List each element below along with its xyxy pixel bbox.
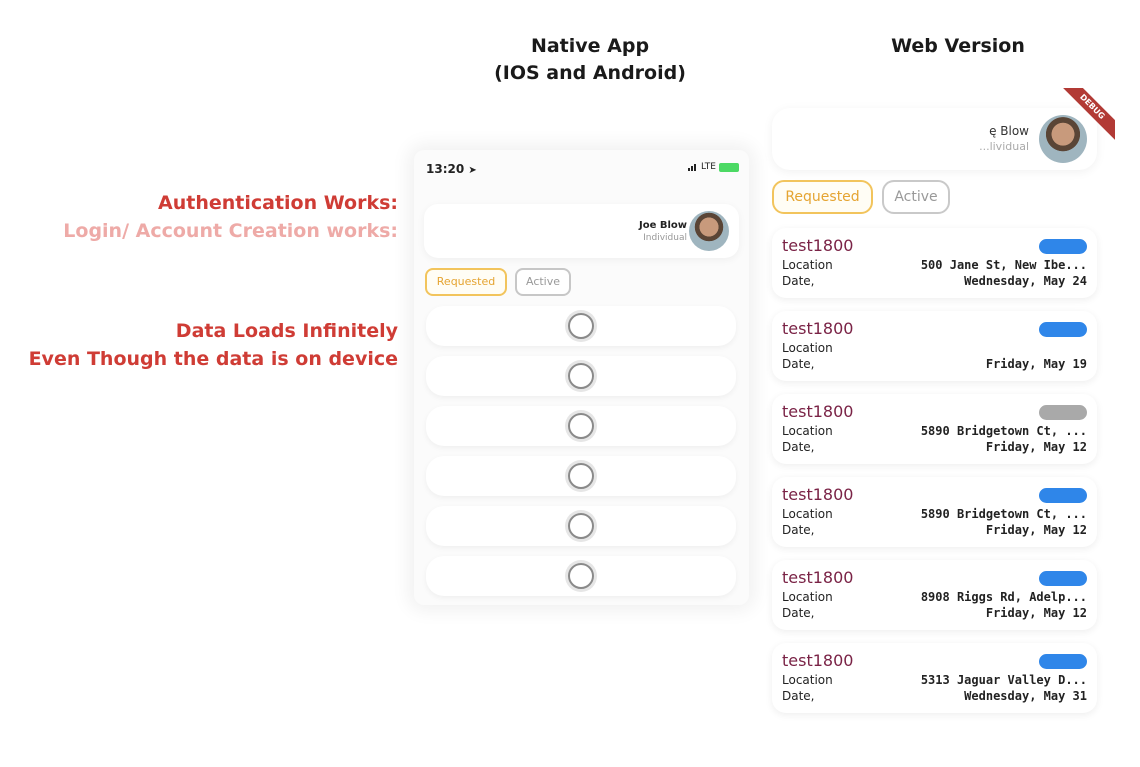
location-value: 8908 Riggs Rd, Adelp...	[920, 590, 1087, 604]
date-label: Date,	[782, 357, 815, 371]
location-value: 500 Jane St, New Ibe...	[920, 258, 1087, 272]
status-pill	[1039, 239, 1087, 254]
loading-spinner-icon	[568, 313, 594, 339]
loading-row	[426, 506, 736, 546]
location-label: Location	[782, 258, 833, 272]
status-pill	[1039, 488, 1087, 503]
loading-row	[426, 356, 736, 396]
location-label: Location	[782, 673, 833, 687]
date-value: Friday, May 12	[985, 606, 1087, 620]
card-title: test1800	[782, 319, 854, 338]
date-label: Date,	[782, 606, 815, 620]
card-title: test1800	[782, 236, 854, 255]
note-data-loads: Data Loads Infinitely	[175, 320, 398, 342]
date-value: Friday, May 12	[985, 440, 1087, 454]
note-authentication: Authentication Works:	[158, 192, 398, 214]
date-label: Date,	[782, 274, 815, 288]
signal-bars-icon	[688, 163, 698, 171]
profile-header: ę Blow ...lividual	[772, 108, 1097, 170]
status-time-text: 13:20	[426, 162, 465, 176]
note-data-on-device: Even Though the data is on device	[28, 348, 398, 370]
user-name: Joe Blow	[638, 220, 687, 231]
loading-row	[426, 306, 736, 346]
card-title: test1800	[782, 402, 854, 421]
web-version-screenshot: ę Blow ...lividual DEBUG Requested Activ…	[760, 88, 1115, 728]
date-label: Date,	[782, 523, 815, 537]
user-name: ę Blow	[989, 124, 1029, 138]
user-role: Individual	[643, 233, 687, 243]
status-pill	[1039, 405, 1087, 420]
tab-requested[interactable]: Requested	[772, 180, 873, 214]
loading-row	[426, 556, 736, 596]
date-value: Wednesday, May 24	[964, 274, 1087, 288]
avatar[interactable]	[689, 211, 729, 251]
status-pill	[1039, 654, 1087, 669]
card-title: test1800	[782, 485, 854, 504]
card-title: test1800	[782, 651, 854, 670]
loading-spinner-icon	[568, 363, 594, 389]
location-value: 5313 Jaguar Valley D...	[920, 673, 1087, 687]
status-indicators: LTE	[688, 162, 739, 172]
date-label: Date,	[782, 440, 815, 454]
status-pill	[1039, 571, 1087, 586]
location-value: 5890 Bridgetown Ct, ...	[920, 507, 1087, 521]
debug-banner: DEBUG	[1055, 88, 1115, 148]
loading-spinner-icon	[568, 413, 594, 439]
date-value: Friday, May 19	[985, 357, 1087, 371]
native-app-title-line2: (IOS and Android)	[494, 62, 686, 84]
profile-header: Joe Blow Individual	[424, 204, 739, 258]
location-value: 5890 Bridgetown Ct, ...	[920, 424, 1087, 438]
tab-active[interactable]: Active	[882, 180, 950, 214]
status-time: 13:20 ➤	[426, 162, 477, 176]
request-card[interactable]: test1800 Location Date, 5890 Bridgetown Ct,…	[772, 477, 1097, 547]
request-card[interactable]: test1800 Location Date, 8908 Riggs Rd, Adel…	[772, 560, 1097, 630]
note-login: Login/ Account Creation works:	[63, 220, 398, 242]
location-label: Location	[782, 424, 833, 438]
native-app-title-line1: Native App	[530, 35, 650, 57]
card-title: test1800	[782, 568, 854, 587]
request-card[interactable]: test1800 Location Date, Friday, May 19	[772, 311, 1097, 381]
loading-row	[426, 406, 736, 446]
user-role: ...lividual	[979, 140, 1029, 153]
web-version-title: Web Version	[891, 35, 1025, 57]
tab-active[interactable]: Active	[515, 268, 571, 296]
loading-spinner-icon	[568, 513, 594, 539]
status-pill	[1039, 322, 1087, 337]
request-card[interactable]: test1800 Location Date, 5313 Jaguar Valley …	[772, 643, 1097, 713]
request-card[interactable]: test1800 Location Date, 5890 Bridgetown Ct,…	[772, 394, 1097, 464]
location-label: Location	[782, 507, 833, 521]
native-app-title: Native App (IOS and Android)	[470, 33, 710, 87]
loading-spinner-icon	[568, 463, 594, 489]
debug-banner-label: DEBUG	[1055, 88, 1115, 144]
loading-spinner-icon	[568, 563, 594, 589]
network-label: LTE	[701, 162, 716, 172]
loading-row	[426, 456, 736, 496]
location-label: Location	[782, 341, 833, 355]
tab-requested[interactable]: Requested	[425, 268, 507, 296]
location-arrow-icon: ➤	[468, 165, 477, 176]
date-label: Date,	[782, 689, 815, 703]
battery-icon	[719, 162, 739, 172]
request-card[interactable]: test1800 Location Date, 500 Jane St, New Ib…	[772, 228, 1097, 298]
native-app-screenshot: 13:20 ➤ LTE Joe Blow Individual Requeste…	[414, 150, 749, 605]
location-label: Location	[782, 590, 833, 604]
date-value: Wednesday, May 31	[964, 689, 1087, 703]
date-value: Friday, May 12	[985, 523, 1087, 537]
